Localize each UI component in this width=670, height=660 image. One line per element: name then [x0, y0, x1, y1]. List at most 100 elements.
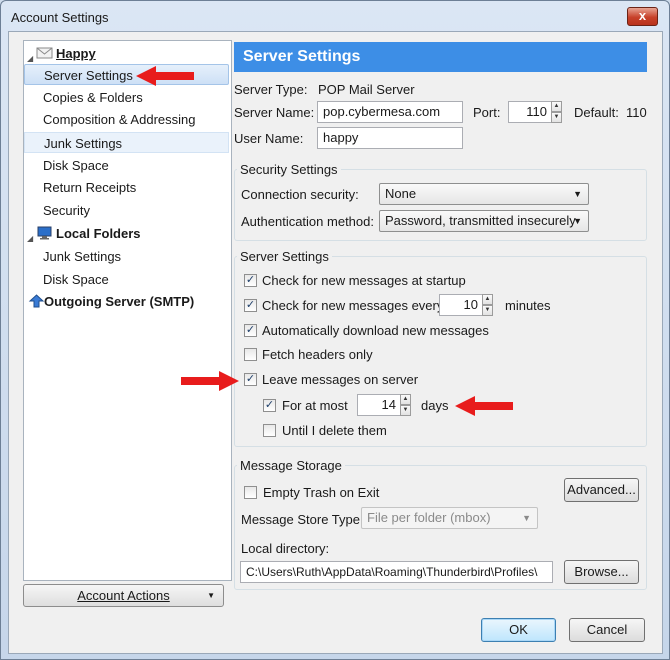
spin-down-icon[interactable]: ▼ [482, 305, 493, 316]
local-directory-label: Local directory: [241, 541, 330, 556]
check-every-label: Check for new messages every [262, 298, 444, 313]
title-bar[interactable]: Account Settings x [1, 1, 669, 31]
leave-messages-label: Leave messages on server [262, 372, 419, 387]
server-name-label: Server Name: [234, 105, 315, 120]
message-storage-title: Message Storage [237, 458, 345, 473]
auto-download-label: Automatically download new messages [262, 323, 489, 338]
account-actions-label: Account Actions [77, 588, 170, 603]
check-interval-input[interactable]: 10 [439, 294, 483, 316]
tree-item-label: Junk Settings [44, 136, 123, 151]
page-header: Server Settings [234, 42, 647, 72]
check-startup-checkbox[interactable]: ✓ [244, 274, 257, 287]
server-type-label: Server Type: [234, 82, 308, 97]
tree-item-label: Composition & Addressing [43, 112, 196, 127]
leave-messages-checkbox[interactable]: ✓ [244, 373, 257, 386]
connection-security-select[interactable]: None ▼ [379, 183, 589, 205]
check-startup-label: Check for new messages at startup [262, 273, 466, 288]
tree-item-disk-space[interactable]: Disk Space [24, 155, 229, 176]
tree-item-local-disk-space[interactable]: Disk Space [24, 269, 229, 290]
until-delete-checkbox[interactable] [263, 424, 276, 437]
tree-item-junk-settings[interactable]: Junk Settings [24, 132, 229, 153]
user-name-label: User Name: [234, 131, 304, 146]
port-label: Port: [473, 105, 501, 120]
browse-button[interactable]: Browse... [564, 560, 639, 584]
tree-local-folders[interactable]: ◢ Local Folders [24, 223, 229, 244]
tree-item-composition-addressing[interactable]: Composition & Addressing [24, 109, 229, 130]
empty-trash-checkbox[interactable] [244, 486, 257, 499]
account-settings-window: Account Settings x ◢ Happy Server Settin… [0, 0, 670, 660]
server-settings-title: Server Settings [237, 249, 332, 264]
fetch-headers-checkbox[interactable] [244, 348, 257, 361]
tree-item-copies-folders[interactable]: Copies & Folders [24, 87, 229, 108]
minutes-label: minutes [505, 298, 551, 313]
tree-item-local-junk-settings[interactable]: Junk Settings [24, 246, 229, 267]
user-name-input[interactable]: happy [317, 127, 463, 149]
fetch-headers-label: Fetch headers only [262, 347, 373, 362]
tree-account-label: Happy [56, 46, 96, 61]
spin-up-icon[interactable]: ▲ [400, 394, 411, 405]
auth-method-select[interactable]: Password, transmitted insecurely ▼ [379, 210, 589, 232]
store-type-label: Message Store Type: [241, 512, 364, 527]
tree-item-server-settings[interactable]: Server Settings [24, 64, 229, 85]
days-input[interactable]: 14 [357, 394, 401, 416]
port-spinner[interactable]: ▲ ▼ [551, 101, 562, 123]
tree-item-label: Junk Settings [43, 249, 122, 264]
for-at-most-checkbox[interactable]: ✓ [263, 399, 276, 412]
tree-item-label: Copies & Folders [43, 90, 143, 105]
store-type-value: File per folder (mbox) [367, 510, 491, 525]
tree-item-security[interactable]: Security [24, 200, 229, 221]
auth-method-label: Authentication method: [241, 214, 374, 229]
tree-item-return-receipts[interactable]: Return Receipts [24, 177, 229, 198]
for-at-most-label: For at most [282, 398, 348, 413]
tree-item-label: Security [43, 203, 90, 218]
annotation-arrow-days [455, 396, 513, 416]
account-actions-button[interactable]: Account Actions ▼ [23, 584, 224, 607]
outgoing-server-icon [28, 294, 45, 308]
server-type-value: POP Mail Server [318, 82, 415, 97]
tree-item-label: Server Settings [44, 68, 133, 83]
days-label: days [421, 398, 449, 413]
window-title: Account Settings [11, 10, 109, 25]
port-input[interactable]: 110 [508, 101, 552, 123]
auto-download-checkbox[interactable]: ✓ [244, 324, 257, 337]
chevron-down-icon: ▼ [522, 513, 531, 523]
spin-down-icon[interactable]: ▼ [551, 112, 562, 123]
default-port-label: Default: [574, 105, 619, 120]
server-name-input[interactable]: pop.cybermesa.com [317, 101, 463, 123]
chevron-down-icon: ▼ [573, 216, 582, 226]
local-directory-input[interactable]: C:\Users\Ruth\AppData\Roaming\Thunderbir… [240, 561, 553, 583]
connection-security-value: None [385, 186, 417, 201]
account-tree[interactable]: ◢ Happy Server Settings Copies & Folders… [23, 40, 232, 581]
tree-item-label: Disk Space [43, 272, 109, 287]
store-type-select[interactable]: File per folder (mbox) ▼ [361, 507, 538, 529]
empty-trash-label: Empty Trash on Exit [263, 485, 380, 500]
check-interval-spinner[interactable]: ▲ ▼ [482, 294, 493, 316]
spin-down-icon[interactable]: ▼ [400, 405, 411, 416]
auth-method-value: Password, transmitted insecurely [385, 213, 576, 228]
envelope-icon [36, 47, 53, 59]
until-delete-label: Until I delete them [282, 423, 387, 438]
spin-up-icon[interactable]: ▲ [482, 294, 493, 305]
default-port-value: 110 [626, 105, 647, 120]
dialog-client-area: ◢ Happy Server Settings Copies & Folders… [8, 31, 663, 654]
ok-button[interactable]: OK [481, 618, 556, 642]
tree-item-label: Disk Space [43, 158, 109, 173]
cancel-button[interactable]: Cancel [569, 618, 645, 642]
connection-security-label: Connection security: [241, 187, 359, 202]
tree-local-folders-label: Local Folders [56, 226, 141, 241]
tree-outgoing-server[interactable]: Outgoing Server (SMTP) [24, 291, 229, 312]
tree-outgoing-label: Outgoing Server (SMTP) [44, 294, 195, 309]
tree-item-label: Return Receipts [43, 180, 137, 195]
chevron-down-icon: ▼ [573, 189, 582, 199]
computer-icon [37, 226, 52, 240]
advanced-button[interactable]: Advanced... [564, 478, 639, 502]
days-spinner[interactable]: ▲ ▼ [400, 394, 411, 416]
chevron-down-icon: ▼ [207, 591, 215, 600]
close-button[interactable]: x [627, 7, 658, 26]
tree-account-happy[interactable]: ◢ Happy [24, 43, 229, 64]
security-settings-title: Security Settings [237, 162, 341, 177]
annotation-arrow-leave-messages [181, 371, 239, 391]
annotation-arrow-server-settings [136, 66, 194, 86]
spin-up-icon[interactable]: ▲ [551, 101, 562, 112]
check-every-checkbox[interactable]: ✓ [244, 299, 257, 312]
